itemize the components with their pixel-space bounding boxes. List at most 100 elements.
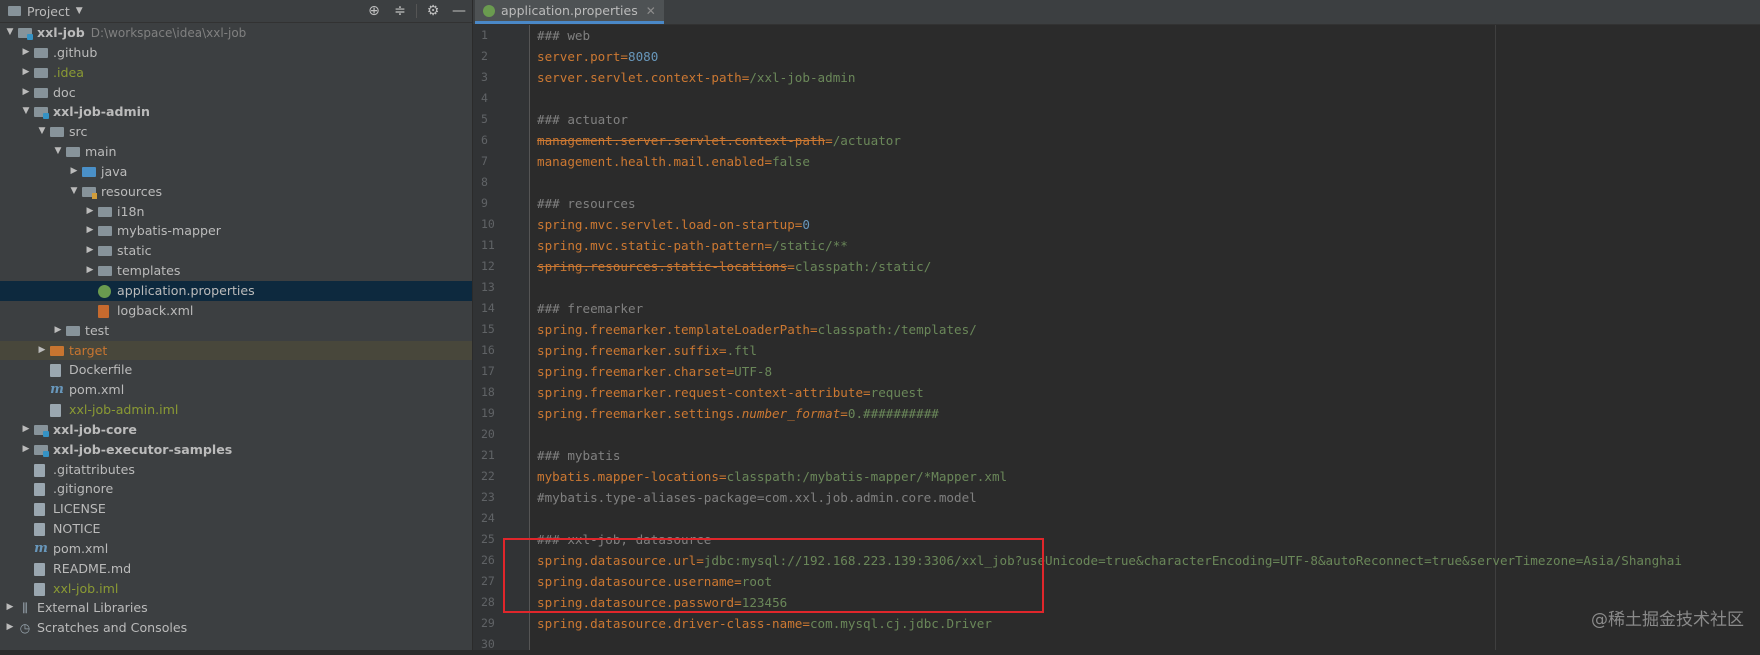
code-line[interactable]: spring.resources.static-locations=classp… bbox=[535, 256, 1755, 277]
tree-item[interactable]: README.md bbox=[0, 559, 472, 579]
collapsed-arrow-icon[interactable]: ▶ bbox=[20, 43, 32, 63]
code-line[interactable] bbox=[535, 634, 1755, 655]
tree-item[interactable]: xxl-job-admin.iml bbox=[0, 400, 472, 420]
collapsed-arrow-icon[interactable]: ▶ bbox=[4, 618, 16, 638]
markdown-file-icon bbox=[34, 562, 45, 576]
folder-icon bbox=[98, 226, 112, 237]
code-line[interactable]: spring.freemarker.settings.number_format… bbox=[535, 403, 1755, 424]
tree-item[interactable]: ▶ test bbox=[0, 321, 472, 341]
expanded-arrow-icon[interactable]: ▼ bbox=[52, 142, 64, 162]
tree-item[interactable]: ▶ static bbox=[0, 241, 472, 261]
code-token: = bbox=[809, 322, 818, 337]
tree-item[interactable]: Dockerfile bbox=[0, 360, 472, 380]
expanded-arrow-icon[interactable]: ▼ bbox=[68, 182, 80, 202]
tree-item[interactable]: NOTICE bbox=[0, 519, 472, 539]
code-line[interactable] bbox=[535, 172, 1755, 193]
tree-item[interactable]: ▶ xxl-job-executor-samples bbox=[0, 440, 472, 460]
code-token: = bbox=[718, 469, 727, 484]
iml-file-icon bbox=[50, 404, 61, 418]
code-token: classpath:/templates/ bbox=[817, 322, 977, 337]
tree-item[interactable]: application.properties bbox=[0, 280, 472, 301]
tree-item[interactable]: m pom.xml bbox=[0, 539, 472, 559]
code-line[interactable]: mybatis.mapper-locations=classpath:/myba… bbox=[535, 466, 1755, 487]
code-token: spring.datasource.driver-class-name bbox=[537, 616, 803, 631]
tree-item[interactable]: ▶ .github bbox=[0, 43, 472, 63]
code-line[interactable]: ### resources bbox=[535, 193, 1755, 214]
collapsed-arrow-icon[interactable]: ▶ bbox=[20, 420, 32, 440]
code-line[interactable]: spring.datasource.driver-class-name=com.… bbox=[535, 613, 1755, 634]
collapsed-arrow-icon[interactable]: ▶ bbox=[84, 202, 96, 222]
code-line[interactable]: ### freemarker bbox=[535, 298, 1755, 319]
collapsed-arrow-icon[interactable]: ▶ bbox=[20, 63, 32, 83]
tree-item[interactable]: ▼ resources bbox=[0, 182, 472, 202]
collapsed-arrow-icon[interactable]: ▶ bbox=[52, 321, 64, 341]
tree-item-label: application.properties bbox=[117, 282, 255, 298]
tree-item[interactable]: ▼ src bbox=[0, 122, 472, 142]
close-icon[interactable]: ✕ bbox=[646, 4, 656, 18]
code-line[interactable]: ### actuator bbox=[535, 109, 1755, 130]
project-view-selector[interactable]: Project bbox=[27, 4, 70, 19]
code-line[interactable]: spring.mvc.static-path-pattern=/static/*… bbox=[535, 235, 1755, 256]
tree-item-label: test bbox=[85, 322, 110, 338]
code-line[interactable]: server.servlet.context-path=/xxl-job-adm… bbox=[535, 67, 1755, 88]
code-line[interactable]: spring.freemarker.charset=UTF-8 bbox=[535, 361, 1755, 382]
code-line[interactable]: management.health.mail.enabled=false bbox=[535, 151, 1755, 172]
collapse-all-icon[interactable]: ≑ bbox=[387, 3, 413, 19]
collapsed-arrow-icon[interactable]: ▶ bbox=[68, 162, 80, 182]
gear-icon[interactable]: ⚙ bbox=[420, 3, 446, 19]
code-line[interactable] bbox=[535, 88, 1755, 109]
tree-item[interactable]: xxl-job.iml bbox=[0, 579, 472, 599]
tree-item[interactable]: .gitignore bbox=[0, 479, 472, 499]
tree-item[interactable]: ▼ xxl-job-admin bbox=[0, 102, 472, 122]
tree-item[interactable]: ▶ xxl-job-core bbox=[0, 420, 472, 440]
code-line[interactable]: spring.freemarker.request-context-attrib… bbox=[535, 382, 1755, 403]
code-line[interactable] bbox=[535, 277, 1755, 298]
tree-item[interactable]: ▶ templates bbox=[0, 261, 472, 281]
tree-item[interactable]: m pom.xml bbox=[0, 380, 472, 400]
code-token: spring.freemarker.templateLoaderPath bbox=[537, 322, 810, 337]
code-line[interactable]: #mybatis.type-aliases-package=com.xxl.jo… bbox=[535, 487, 1755, 508]
code-line[interactable] bbox=[535, 508, 1755, 529]
locate-icon[interactable]: ⊕ bbox=[361, 3, 387, 19]
tree-item[interactable]: ▶ ⫼ External Libraries bbox=[0, 598, 472, 618]
folder-icon bbox=[50, 127, 64, 138]
code-token: management.server.servlet.context-path bbox=[537, 133, 826, 148]
tree-item-label: src bbox=[69, 124, 88, 140]
code-line[interactable]: ### mybatis bbox=[535, 445, 1755, 466]
line-number: 19 bbox=[481, 406, 495, 420]
tree-item[interactable]: ▼ main bbox=[0, 142, 472, 162]
collapsed-arrow-icon[interactable]: ▶ bbox=[20, 440, 32, 460]
tab-label: application.properties bbox=[501, 3, 638, 18]
code-line[interactable] bbox=[535, 424, 1755, 445]
code-line[interactable]: spring.freemarker.templateLoaderPath=cla… bbox=[535, 319, 1755, 340]
tree-item[interactable]: ▶ java bbox=[0, 162, 472, 182]
chevron-down-icon[interactable]: ▼ bbox=[76, 6, 83, 16]
code-line[interactable]: spring.mvc.servlet.load-on-startup=0 bbox=[535, 214, 1755, 235]
collapsed-arrow-icon[interactable]: ▶ bbox=[20, 83, 32, 103]
expanded-arrow-icon[interactable]: ▼ bbox=[36, 122, 48, 142]
code-token: .ftl bbox=[726, 343, 757, 358]
expanded-arrow-icon[interactable]: ▼ bbox=[4, 23, 16, 43]
code-line[interactable]: management.server.servlet.context-path=/… bbox=[535, 130, 1755, 151]
tree-item[interactable]: ▶ .idea bbox=[0, 63, 472, 83]
tree-item[interactable]: LICENSE bbox=[0, 499, 472, 519]
collapsed-arrow-icon[interactable]: ▶ bbox=[84, 261, 96, 281]
code-line[interactable]: server.port=8080 bbox=[535, 46, 1755, 67]
tree-item[interactable]: ▼ xxl-job D:\workspace\idea\xxl-job bbox=[0, 23, 472, 43]
tree-item[interactable]: .gitattributes bbox=[0, 460, 472, 480]
code-line[interactable]: ### web bbox=[535, 25, 1755, 46]
collapsed-arrow-icon[interactable]: ▶ bbox=[36, 341, 48, 361]
tree-item[interactable]: ▶ mybatis-mapper bbox=[0, 221, 472, 241]
tab-application-properties[interactable]: application.properties ✕ bbox=[475, 0, 664, 24]
tree-item[interactable]: ▶ doc bbox=[0, 83, 472, 103]
collapsed-arrow-icon[interactable]: ▶ bbox=[84, 241, 96, 261]
tree-item[interactable]: ▶ target bbox=[0, 340, 472, 361]
tree-item[interactable]: logback.xml bbox=[0, 301, 472, 321]
hide-panel-icon[interactable]: — bbox=[446, 3, 472, 19]
collapsed-arrow-icon[interactable]: ▶ bbox=[4, 598, 16, 618]
tree-item[interactable]: ▶ ◷ Scratches and Consoles bbox=[0, 618, 472, 638]
code-line[interactable]: spring.freemarker.suffix=.ftl bbox=[535, 340, 1755, 361]
expanded-arrow-icon[interactable]: ▼ bbox=[20, 102, 32, 122]
collapsed-arrow-icon[interactable]: ▶ bbox=[84, 221, 96, 241]
tree-item[interactable]: ▶ i18n bbox=[0, 202, 472, 222]
